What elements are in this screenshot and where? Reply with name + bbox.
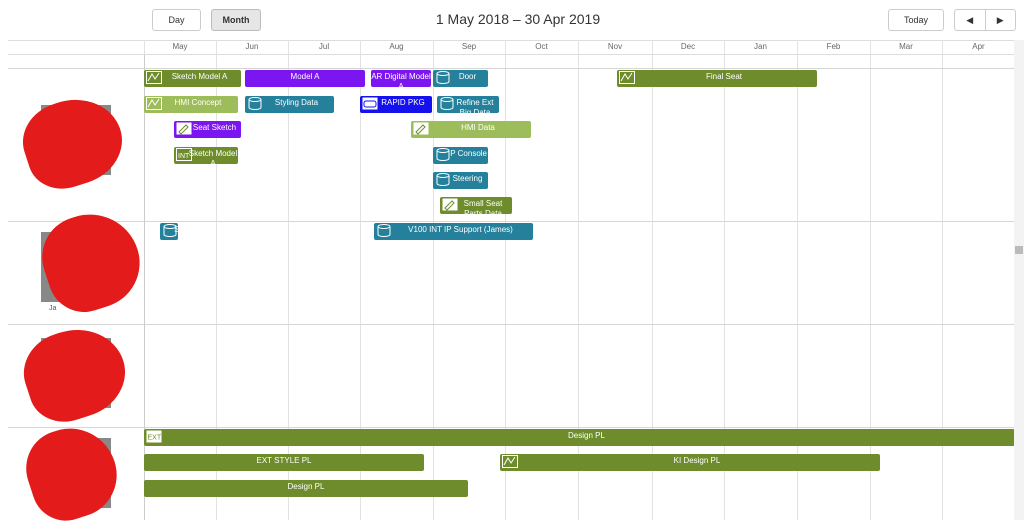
- month-label: Feb: [826, 42, 841, 51]
- month-gridline: [797, 40, 798, 520]
- month-gridline: [870, 40, 871, 520]
- event-bar[interactable]: Styling Data: [245, 96, 334, 113]
- month-label: Nov: [607, 42, 623, 51]
- event-bar[interactable]: Model A: [245, 70, 365, 87]
- event-bar[interactable]: INT Sketch Model A: [174, 147, 238, 164]
- month-label: May: [172, 42, 188, 51]
- event-bar[interactable]: EXT STYLE PL: [144, 454, 424, 471]
- event-bar[interactable]: Door: [433, 70, 488, 87]
- event-bar[interactable]: V100 INT IP Support (James): [374, 223, 533, 240]
- month-view-button[interactable]: Month: [211, 9, 261, 31]
- event-bar[interactable]: EXT Design PL: [144, 429, 1015, 446]
- next-arrow-icon[interactable]: ▶: [986, 10, 1016, 30]
- event-label: KI Design PL: [673, 456, 721, 465]
- svg-text:INT: INT: [178, 153, 190, 160]
- event-label: Design PL: [287, 482, 325, 491]
- event-label: Design PL: [568, 431, 605, 440]
- event-bar[interactable]: KI Design PL: [500, 454, 880, 471]
- month-label: Oct: [535, 42, 548, 51]
- month-label: Dec: [680, 42, 696, 51]
- month-gridline: [724, 40, 725, 520]
- vertical-scrollbar[interactable]: [1014, 40, 1024, 520]
- scrollbar-thumb[interactable]: [1015, 246, 1023, 254]
- event-bar[interactable]: Sketch Model A: [144, 70, 241, 87]
- date-range-title: 1 May 2018 – 30 Apr 2019: [435, 11, 601, 27]
- month-gridline: [578, 40, 579, 520]
- event-bar[interactable]: Final Seat: [617, 70, 817, 87]
- today-button[interactable]: Today: [888, 9, 944, 31]
- event-bar[interactable]: Steering: [433, 172, 488, 189]
- month-label: Apr: [972, 42, 985, 51]
- event-bar[interactable]: Seat Sketch: [174, 121, 241, 138]
- event-bar[interactable]: HMI Data: [411, 121, 531, 138]
- event-label: AR Digital Model A: [371, 72, 431, 87]
- event-bar[interactable]: St: [160, 223, 178, 240]
- event-bar[interactable]: HMI Concept: [144, 96, 238, 113]
- month-label: Jul: [318, 42, 330, 51]
- svg-text:EXT: EXT: [148, 435, 162, 442]
- navigation-buttons: ◀ ▶: [954, 9, 1016, 31]
- month-gridline: [505, 40, 506, 520]
- event-bar[interactable]: Small Seat Parts Data: [440, 197, 512, 214]
- event-bar[interactable]: RAPID PKG: [360, 96, 432, 113]
- event-bar[interactable]: AR Digital Model A: [371, 70, 431, 87]
- row-separator: [8, 68, 1016, 69]
- month-label: Aug: [389, 42, 404, 51]
- month-label: Jan: [754, 42, 767, 51]
- prev-arrow-icon[interactable]: ◀: [955, 10, 986, 30]
- row-separator: [8, 221, 1016, 222]
- event-bar[interactable]: Design PL: [144, 480, 468, 497]
- row-separator: [8, 324, 1016, 325]
- resource-name: Ja: [49, 305, 57, 312]
- event-label: V100 INT IP Support (James): [408, 225, 513, 234]
- month-gridline: [942, 40, 943, 520]
- month-label: Jun: [245, 42, 259, 51]
- row-separator: [8, 427, 1016, 428]
- event-bar[interactable]: Refine Ext Big Data: [437, 96, 499, 113]
- event-label: Model A: [290, 72, 320, 81]
- event-label: HMI Data: [461, 123, 495, 132]
- month-label: Sep: [461, 42, 477, 51]
- day-view-button[interactable]: Day: [152, 9, 201, 31]
- month-gridline: [652, 40, 653, 520]
- event-label: EXT STYLE PL: [256, 456, 312, 465]
- month-gridline: [433, 40, 434, 520]
- event-label: Final Seat: [705, 72, 743, 81]
- event-bar[interactable]: IP Console: [433, 147, 488, 164]
- month-label: Mar: [899, 42, 913, 51]
